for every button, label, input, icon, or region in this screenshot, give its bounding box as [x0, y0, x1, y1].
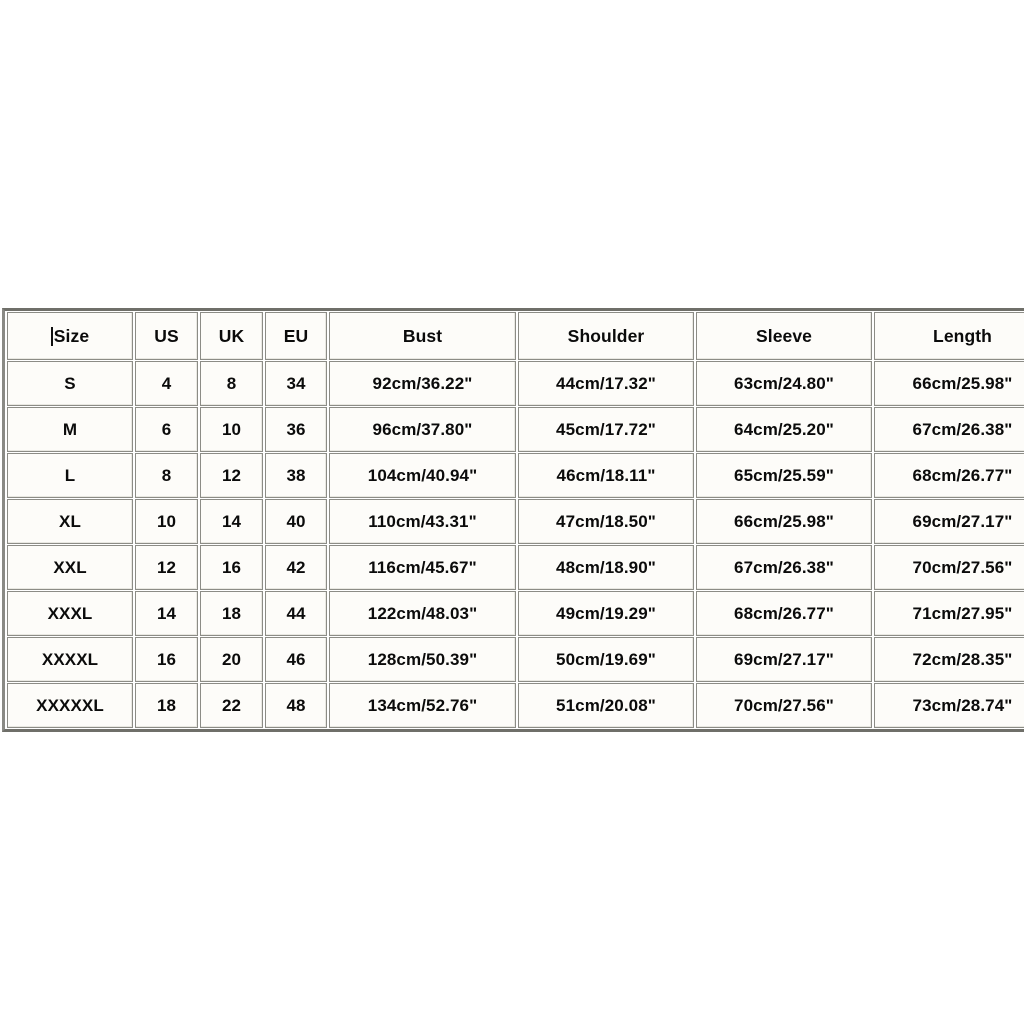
cell-size: XL — [7, 499, 133, 544]
cell-sleeve: 68cm/26.77" — [696, 591, 872, 636]
column-header-bust: Bust — [329, 312, 516, 360]
header-row: Size US UK EU Bust Shoulder Sleeve Lengt… — [7, 312, 1024, 360]
cell-length: 73cm/28.74" — [874, 683, 1024, 728]
table-row: L 8 12 38 104cm/40.94" 46cm/18.11" 65cm/25.59"… — [7, 453, 1024, 498]
cell-size: XXXL — [7, 591, 133, 636]
cell-sleeve: 63cm/24.80" — [696, 361, 872, 406]
table-row: XL 10 14 40 110cm/43.31" 47cm/18.50" 66cm/25.9… — [7, 499, 1024, 544]
table-row: XXXXXL 18 22 48 134cm/52.76" 51cm/20.08" 70cm/… — [7, 683, 1024, 728]
cell-length: 70cm/27.56" — [874, 545, 1024, 590]
cell-us: 14 — [135, 591, 198, 636]
cell-us: 16 — [135, 637, 198, 682]
cell-bust: 104cm/40.94" — [329, 453, 516, 498]
cell-shoulder: 51cm/20.08" — [518, 683, 694, 728]
cell-length: 67cm/26.38" — [874, 407, 1024, 452]
table-body: S 4 8 34 92cm/36.22" 44cm/17.32" 63cm/24.80" 66… — [7, 361, 1024, 728]
column-header-size: Size — [7, 312, 133, 360]
cell-size: XXXXL — [7, 637, 133, 682]
cell-size: L — [7, 453, 133, 498]
cell-sleeve: 64cm/25.20" — [696, 407, 872, 452]
column-header-sleeve: Sleeve — [696, 312, 872, 360]
table-header: Size US UK EU Bust Shoulder Sleeve Lengt… — [7, 312, 1024, 360]
cell-length: 72cm/28.35" — [874, 637, 1024, 682]
column-header-shoulder: Shoulder — [518, 312, 694, 360]
cell-uk: 12 — [200, 453, 263, 498]
cell-eu: 44 — [265, 591, 327, 636]
cell-uk: 20 — [200, 637, 263, 682]
cell-us: 8 — [135, 453, 198, 498]
cell-shoulder: 47cm/18.50" — [518, 499, 694, 544]
cell-uk: 14 — [200, 499, 263, 544]
table-row: XXXXL 16 20 46 128cm/50.39" 50cm/19.69" 69cm/2… — [7, 637, 1024, 682]
cell-uk: 16 — [200, 545, 263, 590]
cell-shoulder: 46cm/18.11" — [518, 453, 694, 498]
cell-eu: 38 — [265, 453, 327, 498]
cell-us: 12 — [135, 545, 198, 590]
cell-size: S — [7, 361, 133, 406]
cell-eu: 36 — [265, 407, 327, 452]
cell-uk: 10 — [200, 407, 263, 452]
table-row: XXL 12 16 42 116cm/45.67" 48cm/18.90" 67cm/26.… — [7, 545, 1024, 590]
cell-shoulder: 44cm/17.32" — [518, 361, 694, 406]
cell-size: M — [7, 407, 133, 452]
cell-bust: 92cm/36.22" — [329, 361, 516, 406]
cell-sleeve: 66cm/25.98" — [696, 499, 872, 544]
cell-bust: 122cm/48.03" — [329, 591, 516, 636]
cell-eu: 46 — [265, 637, 327, 682]
column-header-eu: EU — [265, 312, 327, 360]
column-header-size-label: Size — [53, 325, 90, 346]
cell-us: 6 — [135, 407, 198, 452]
cell-length: 71cm/27.95" — [874, 591, 1024, 636]
table-row: XXXL 14 18 44 122cm/48.03" 49cm/19.29" 68cm/26… — [7, 591, 1024, 636]
size-chart-container: Size US UK EU Bust Shoulder Sleeve Lengt… — [2, 308, 1024, 732]
cell-sleeve: 67cm/26.38" — [696, 545, 872, 590]
cell-bust: 134cm/52.76" — [329, 683, 516, 728]
table-row: S 4 8 34 92cm/36.22" 44cm/17.32" 63cm/24.80" 66… — [7, 361, 1024, 406]
text-caret-icon — [50, 326, 53, 346]
cell-size: XXL — [7, 545, 133, 590]
cell-eu: 40 — [265, 499, 327, 544]
column-header-us: US — [135, 312, 198, 360]
size-chart-table: Size US UK EU Bust Shoulder Sleeve Lengt… — [2, 308, 1024, 732]
column-header-length: Length — [874, 312, 1024, 360]
cell-length: 66cm/25.98" — [874, 361, 1024, 406]
cell-uk: 8 — [200, 361, 263, 406]
cell-shoulder: 48cm/18.90" — [518, 545, 694, 590]
cell-shoulder: 50cm/19.69" — [518, 637, 694, 682]
cell-us: 18 — [135, 683, 198, 728]
cell-eu: 42 — [265, 545, 327, 590]
cell-eu: 48 — [265, 683, 327, 728]
cell-us: 4 — [135, 361, 198, 406]
cell-bust: 96cm/37.80" — [329, 407, 516, 452]
table-row: M 6 10 36 96cm/37.80" 45cm/17.72" 64cm/25.20" 6… — [7, 407, 1024, 452]
cell-bust: 110cm/43.31" — [329, 499, 516, 544]
cell-bust: 116cm/45.67" — [329, 545, 516, 590]
column-header-uk: UK — [200, 312, 263, 360]
cell-uk: 22 — [200, 683, 263, 728]
cell-sleeve: 69cm/27.17" — [696, 637, 872, 682]
cell-shoulder: 45cm/17.72" — [518, 407, 694, 452]
cell-eu: 34 — [265, 361, 327, 406]
cell-shoulder: 49cm/19.29" — [518, 591, 694, 636]
cell-us: 10 — [135, 499, 198, 544]
cell-sleeve: 65cm/25.59" — [696, 453, 872, 498]
cell-bust: 128cm/50.39" — [329, 637, 516, 682]
cell-length: 68cm/26.77" — [874, 453, 1024, 498]
cell-size: XXXXXL — [7, 683, 133, 728]
cell-sleeve: 70cm/27.56" — [696, 683, 872, 728]
cell-length: 69cm/27.17" — [874, 499, 1024, 544]
cell-uk: 18 — [200, 591, 263, 636]
